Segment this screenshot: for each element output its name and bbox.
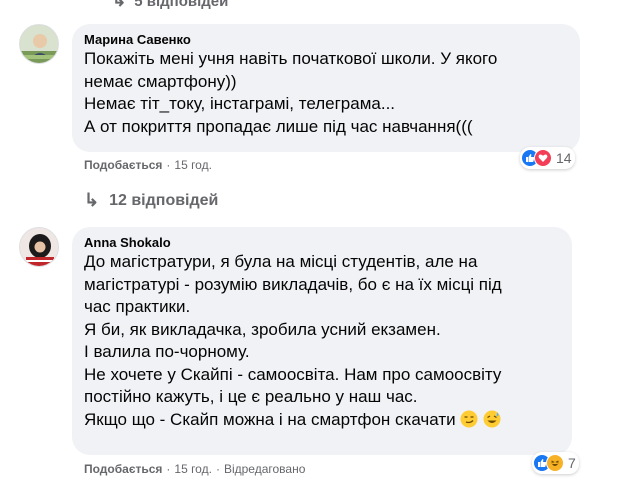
comment-text-line: постійно кажуть, і це є реально у наш ча… <box>84 387 418 406</box>
love-icon <box>534 149 552 167</box>
reply-arrow-icon: ↳ <box>84 190 100 210</box>
replies-label: 12 відповідей <box>109 191 219 209</box>
avatar-photo-icon <box>20 25 58 63</box>
comment-text-line: Не хочете у Скайпі - самоосвіта. Нам про… <box>84 364 502 384</box>
reaction-count: 7 <box>568 455 576 471</box>
comment-actions: Подобається · 15 год. · Відредаговано <box>84 462 305 476</box>
reaction-summary[interactable]: 7 <box>532 452 579 474</box>
comment-author[interactable]: Anna Shokalo <box>84 234 560 251</box>
comment-bubble: Марина Савенко Покажіть мені учня навіть… <box>72 24 580 152</box>
replies-label: 5 відповідей <box>134 0 229 10</box>
like-button[interactable]: Подобається <box>84 462 162 476</box>
haha-icon <box>546 454 564 472</box>
separator-dot: · <box>166 158 171 172</box>
comment-text-line: немає смартфону)) <box>84 71 237 91</box>
reaction-count: 14 <box>556 150 572 166</box>
like-button[interactable]: Подобається <box>84 158 162 172</box>
avatar[interactable] <box>19 227 59 267</box>
comment-text-line: До магістратури, я була на місці студент… <box>84 252 478 271</box>
reply-arrow-icon: ↳ <box>112 0 127 10</box>
separator-dot: · <box>166 462 171 476</box>
timestamp[interactable]: 15 год. <box>174 158 212 172</box>
replies-link-partial[interactable]: ↳ 5 відповідей <box>112 0 228 11</box>
avatar-photo-icon <box>20 228 58 266</box>
timestamp[interactable]: 15 год. <box>174 462 212 476</box>
comment-bubble: Anna Shokalo До магістратури, я була на … <box>72 227 572 455</box>
separator-dot: · <box>215 462 220 476</box>
smirk-emoji <box>460 410 478 427</box>
comment-author[interactable]: Марина Савенко <box>84 31 568 48</box>
comment-text: Якщо що - Скайп можна і на смартфон скач… <box>84 409 456 429</box>
comment-text-line: Немає тіт_току, інстаграмі, телеграма... <box>84 94 396 113</box>
comment-text-line: Покажіть мені учня навіть початкової шко… <box>84 49 498 68</box>
comment-text-line: магістратурі - розумію викладачів, бо є … <box>84 274 502 294</box>
comment-text-line-last: Якщо що - Скайп можна і на смартфон скач… <box>84 409 560 432</box>
reaction-summary[interactable]: 14 <box>520 147 575 169</box>
view-replies-link[interactable]: ↳ 12 відповідей <box>84 190 218 211</box>
sweat-smile-emoji <box>483 410 501 427</box>
avatar[interactable] <box>19 24 59 64</box>
edited-label[interactable]: Відредаговано <box>224 462 305 476</box>
comment-text-line: час практики. <box>84 297 191 316</box>
comment-actions: Подобається · 15 год. <box>84 158 212 172</box>
comment-text-line: А от покриття пропадає лише під час навч… <box>84 116 473 136</box>
comment-text-line: І валила по-чорному. <box>84 342 250 361</box>
comment-text-line: Я би, як викладачка, зробила усний екзам… <box>84 319 441 339</box>
